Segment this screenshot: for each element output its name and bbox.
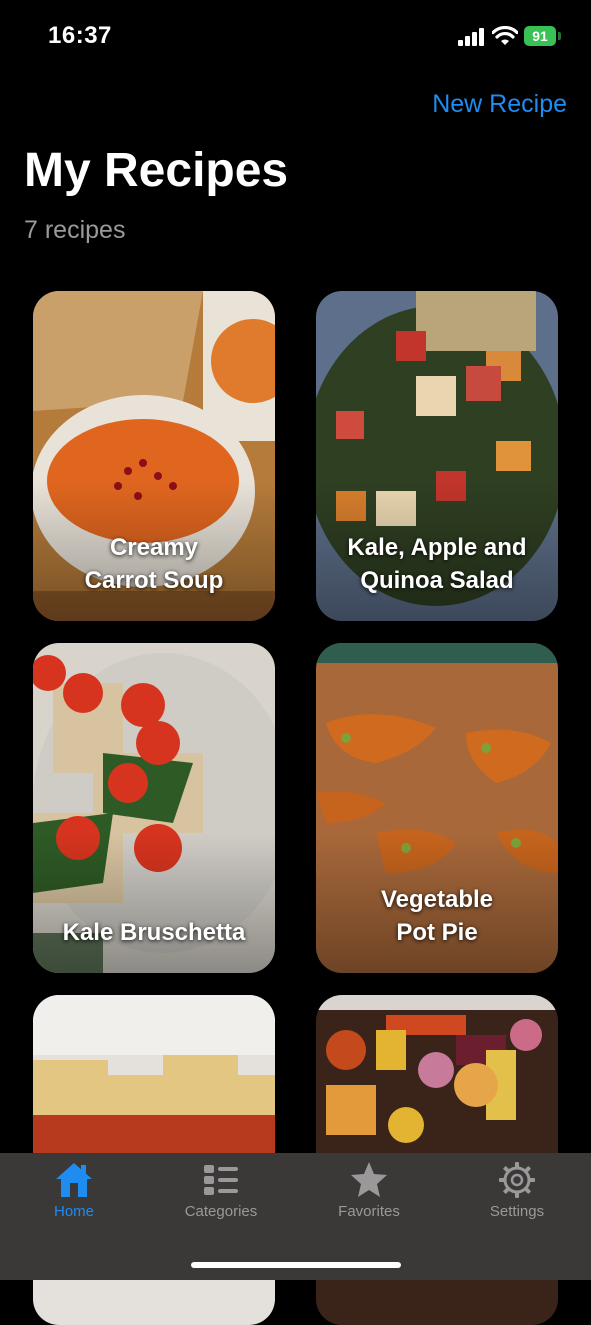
battery-indicator: 91 bbox=[524, 26, 556, 46]
recipe-title: Kale Bruschetta bbox=[62, 919, 246, 946]
recipe-title: Kale, Apple and Quinoa Salad bbox=[347, 534, 527, 594]
recipe-card-kale-apple-quinoa-salad[interactable]: Kale, Apple and Quinoa Salad bbox=[316, 291, 558, 621]
star-icon bbox=[351, 1162, 387, 1197]
card-gradient bbox=[33, 833, 275, 973]
wifi-icon bbox=[492, 26, 518, 45]
cellular-signal-icon bbox=[458, 28, 484, 46]
recipe-title: Creamy Carrot Soup bbox=[84, 534, 224, 594]
house-icon bbox=[56, 1163, 92, 1197]
tab-label: Favorites bbox=[338, 1203, 400, 1220]
tab-favorites[interactable]: Favorites bbox=[309, 1161, 429, 1231]
list-icon bbox=[204, 1165, 238, 1195]
recipe-card-creamy-carrot-soup[interactable]: Creamy Carrot Soup bbox=[33, 291, 275, 621]
tab-label: Settings bbox=[489, 1203, 545, 1220]
recipe-card-kale-bruschetta[interactable]: Kale Bruschetta bbox=[33, 643, 275, 973]
tab-categories[interactable]: Categories bbox=[161, 1161, 281, 1231]
new-recipe-button[interactable]: New Recipe bbox=[432, 90, 567, 119]
tab-label: Home bbox=[53, 1203, 94, 1220]
tab-home[interactable]: Home bbox=[14, 1161, 134, 1231]
home-indicator[interactable] bbox=[191, 1262, 401, 1268]
status-time: 16:37 bbox=[48, 22, 112, 49]
page-title: My Recipes bbox=[24, 144, 289, 197]
gear-icon bbox=[499, 1162, 535, 1198]
status-bar: 16:37 91 bbox=[0, 0, 591, 72]
tab-label: Categories bbox=[184, 1203, 258, 1220]
battery-level: 91 bbox=[532, 28, 548, 44]
battery-tip bbox=[558, 32, 561, 40]
recipe-card-vegetable-pot-pie[interactable]: Vegetable Pot Pie bbox=[316, 643, 558, 973]
tab-bar: Home Categories Favorites Settings bbox=[0, 1153, 591, 1280]
recipe-count: 7 recipes bbox=[24, 216, 126, 244]
recipe-title: Vegetable Pot Pie bbox=[380, 886, 494, 946]
tab-settings[interactable]: Settings bbox=[457, 1161, 577, 1231]
